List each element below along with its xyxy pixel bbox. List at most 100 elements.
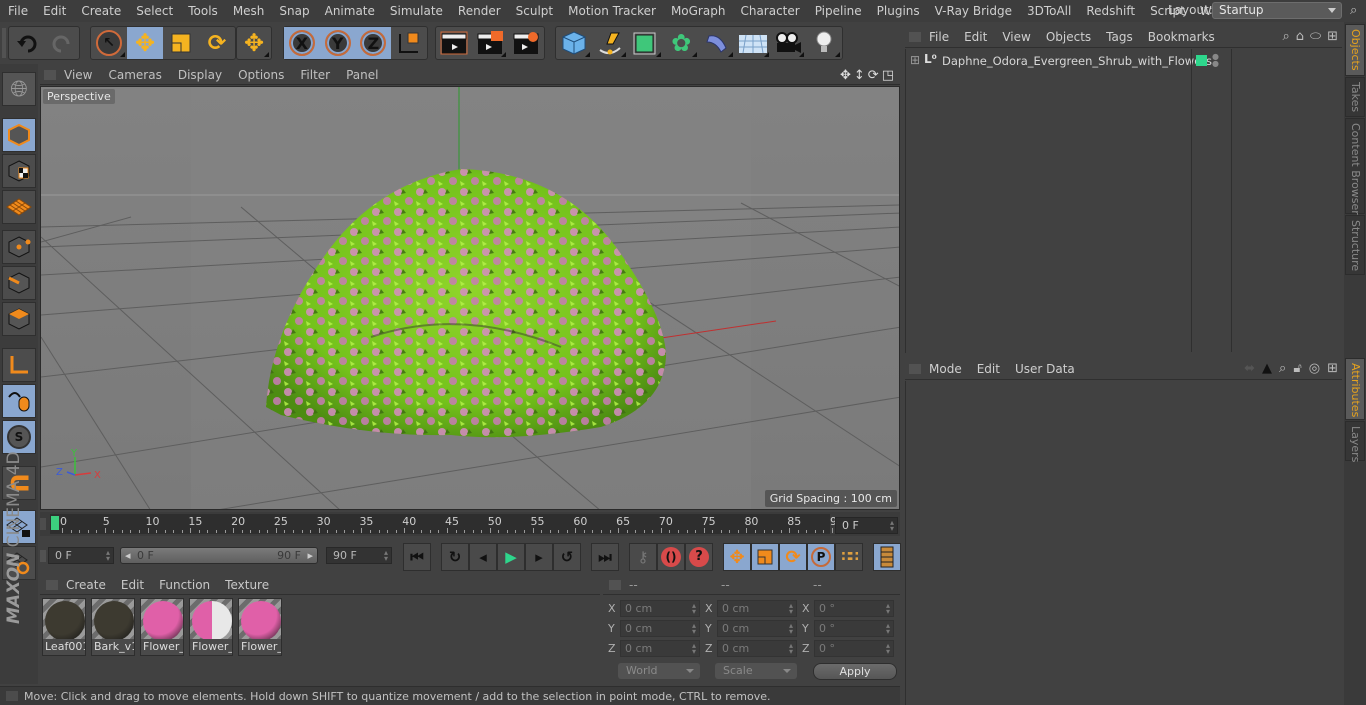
rotation-z-field[interactable]: 0 ° ▴ ▾	[814, 640, 894, 657]
viewport-menu-view[interactable]: View	[56, 68, 100, 82]
rotation-x-field[interactable]: 0 ° ▴ ▾	[814, 600, 894, 617]
home-icon[interactable]: ⌂	[1296, 29, 1304, 44]
material-swatch[interactable]: Flower_	[238, 598, 282, 656]
model-mode-button[interactable]	[2, 118, 36, 152]
viewport-menu-filter[interactable]: Filter	[292, 68, 338, 82]
render-picture-viewer-button[interactable]	[472, 27, 508, 59]
material-menu-function[interactable]: Function	[151, 578, 217, 592]
go-to-end-button[interactable]: ⏭︎	[591, 543, 619, 571]
size-mode-dropdown[interactable]: Scale	[715, 663, 797, 679]
am-menu-edit[interactable]: Edit	[969, 362, 1007, 376]
start-frame-field[interactable]: 0 F ▴ ▾	[48, 547, 114, 564]
material-menu-edit[interactable]: Edit	[113, 578, 151, 592]
playhead[interactable]	[51, 516, 59, 530]
cube-button[interactable]	[556, 27, 592, 59]
y-axis-toggle[interactable]: Y	[319, 27, 356, 59]
material-swatch[interactable]: Bark_v1	[91, 598, 135, 656]
menu-character[interactable]: Character	[732, 4, 806, 18]
undo-button[interactable]	[9, 27, 44, 59]
go-to-start-button[interactable]: ⏮︎	[403, 543, 431, 571]
move-tool-button[interactable]: ✥	[127, 27, 163, 59]
lock-icon[interactable]: 🔓︎	[1293, 361, 1301, 376]
panel-grip[interactable]	[909, 363, 921, 374]
om-menu-file[interactable]: File	[921, 30, 956, 44]
expand-icon[interactable]: ⊞	[910, 53, 920, 67]
viewport-menu-options[interactable]: Options	[230, 68, 292, 82]
layer-color-swatch[interactable]	[1196, 55, 1207, 66]
panel-grip[interactable]	[609, 580, 621, 590]
menu-redshift[interactable]: Redshift	[1078, 4, 1142, 18]
history-arrows-icon[interactable]: ⬌	[1244, 361, 1255, 376]
pen-spline-button[interactable]	[592, 27, 628, 59]
menu-plugins[interactable]: Plugins	[869, 4, 927, 18]
record-keys-button[interactable]: ⚷	[629, 543, 657, 571]
points-mode-button[interactable]	[2, 230, 36, 264]
tab-attributes[interactable]: Attributes	[1345, 358, 1365, 420]
light-button[interactable]	[806, 27, 842, 59]
layout-dropdown[interactable]: Startup	[1212, 2, 1342, 19]
menu-mograph[interactable]: MoGraph	[663, 4, 733, 18]
range-left-arrow-icon[interactable]: ◂	[125, 548, 131, 563]
texture-mode-button[interactable]	[2, 154, 36, 188]
previous-key-button[interactable]: ↻	[441, 543, 469, 571]
timeline-window-button[interactable]	[873, 543, 901, 571]
size-y-field[interactable]: 0 cm ▴ ▾	[717, 620, 797, 637]
timeline-ruler[interactable]: 051015202530354045505560657075808590	[50, 514, 844, 534]
size-z-field[interactable]: 0 cm ▴ ▾	[717, 640, 797, 657]
apply-button[interactable]: Apply	[813, 663, 897, 680]
tab-takes[interactable]: Takes	[1345, 77, 1365, 117]
object-row[interactable]: ⊞ L⁰ Daphne_Odora_Evergreen_Shrub_with_F…	[906, 51, 1343, 71]
toolbar-grip[interactable]	[2, 28, 6, 58]
range-right-arrow-icon[interactable]: ▸	[307, 548, 313, 563]
menu-tools[interactable]: Tools	[180, 4, 225, 18]
scale-tool-button[interactable]	[163, 27, 199, 59]
search-icon[interactable]: ⌕	[1350, 3, 1357, 18]
om-menu-objects[interactable]: Objects	[1038, 30, 1098, 44]
redo-button[interactable]	[44, 27, 79, 59]
camera-label[interactable]: Perspective	[43, 89, 115, 104]
coordinate-system-button[interactable]	[391, 27, 427, 59]
menu-simulate[interactable]: Simulate	[382, 4, 450, 18]
material-swatch[interactable]: Flower_	[140, 598, 184, 656]
coordinate-mode-dropdown[interactable]: World	[618, 663, 700, 679]
menu-sculpt[interactable]: Sculpt	[508, 4, 560, 18]
cloner-button[interactable]: ✿	[663, 27, 699, 59]
key-pla-toggle[interactable]: ∷∷	[835, 543, 863, 571]
transport-grip[interactable]	[40, 550, 46, 562]
material-menu-texture[interactable]: Texture	[217, 578, 276, 592]
tab-layers[interactable]: Layers	[1345, 421, 1365, 462]
menu-edit[interactable]: Edit	[35, 4, 73, 18]
new-panel-icon[interactable]: ⊞	[1327, 29, 1338, 44]
edges-mode-button[interactable]	[2, 266, 36, 300]
pan-view-icon[interactable]: ✥	[840, 68, 851, 83]
camera-button[interactable]	[771, 27, 807, 59]
subdivision-surface-button[interactable]	[628, 27, 664, 59]
material-menu-create[interactable]: Create	[58, 578, 113, 592]
key-position-toggle[interactable]: ✥	[723, 543, 751, 571]
pointer-up-icon[interactable]: ▲	[1262, 361, 1272, 376]
tweak-mode-button[interactable]	[2, 384, 36, 418]
new-panel-icon[interactable]: ⊞	[1327, 361, 1338, 376]
3d-viewport[interactable]: Y X Z Perspective Grid Spacing : 100 cm	[40, 86, 900, 510]
next-key-button[interactable]: ↺	[553, 543, 581, 571]
viewport-menu-panel[interactable]: Panel	[338, 68, 386, 82]
auto-keying-button[interactable]: ()	[657, 543, 685, 571]
deformer-button[interactable]	[699, 27, 735, 59]
end-frame-field[interactable]: 90 F ▴ ▾	[326, 547, 392, 564]
key-rotation-toggle[interactable]: ⟳	[779, 543, 807, 571]
current-frame-field[interactable]: 0 F ▴ ▾	[835, 517, 898, 534]
key-scale-toggle[interactable]	[751, 543, 779, 571]
material-swatch[interactable]: Leaf001	[42, 598, 86, 656]
tab-structure[interactable]: Structure	[1345, 215, 1365, 275]
make-editable-button[interactable]: 🌐︎	[2, 72, 36, 106]
zoom-view-icon[interactable]: ↕	[854, 68, 865, 83]
tab-objects[interactable]: Objects	[1345, 24, 1365, 76]
rotate-view-icon[interactable]: ⟳	[868, 68, 879, 83]
axis-mode-button[interactable]	[2, 348, 36, 382]
tab-content-browser[interactable]: Content Browser	[1345, 118, 1365, 215]
menu-select[interactable]: Select	[128, 4, 180, 18]
x-axis-toggle[interactable]: X	[284, 27, 320, 59]
menu-pipeline[interactable]: Pipeline	[807, 4, 869, 18]
am-menu-mode[interactable]: Mode	[921, 362, 969, 376]
rotation-y-field[interactable]: 0 ° ▴ ▾	[814, 620, 894, 637]
